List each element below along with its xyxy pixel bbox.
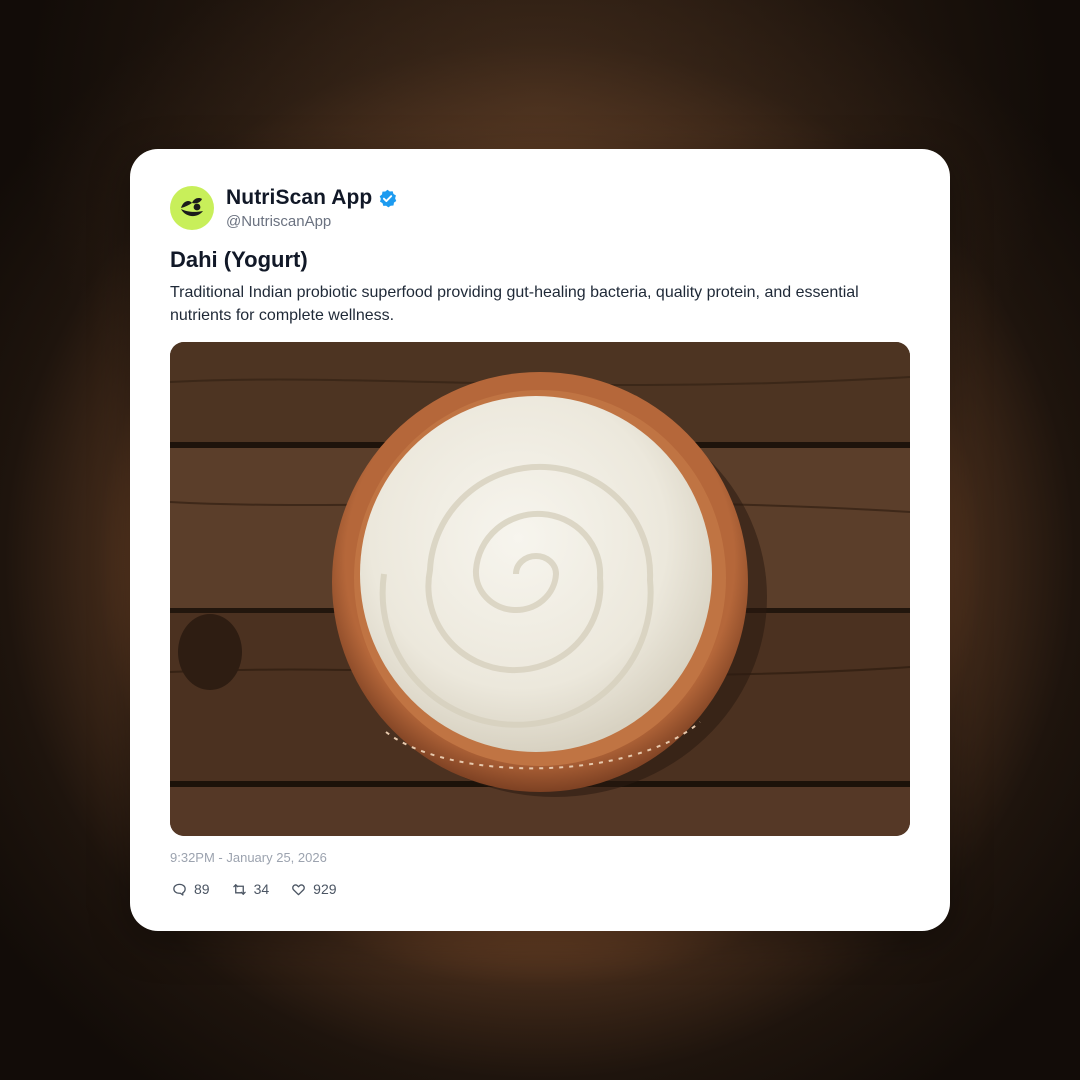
repost-icon — [232, 883, 246, 895]
avatar[interactable] — [170, 186, 214, 230]
reply-icon — [173, 883, 186, 896]
post-header: NutriScan App @NutriscanApp — [170, 185, 397, 231]
repost-button[interactable]: 34 — [232, 881, 270, 897]
reply-button[interactable]: 89 — [172, 881, 210, 897]
heart-icon — [292, 883, 306, 895]
post-title: Dahi (Yogurt) — [170, 247, 308, 272]
yogurt-photo-illustration — [170, 342, 910, 836]
post-timestamp: 9:32PM - January 25, 2026 — [170, 850, 327, 865]
engagement-bar: 89 34 929 — [172, 881, 359, 897]
like-count: 929 — [313, 881, 337, 897]
reply-count: 89 — [194, 881, 210, 897]
post-description: Traditional Indian probiotic superfood p… — [170, 284, 859, 324]
account-handle[interactable]: @NutriscanApp — [226, 213, 397, 230]
account-name[interactable]: NutriScan App — [226, 186, 372, 210]
yogurt-bowl-image[interactable] — [170, 342, 910, 836]
post-card: NutriScan App @NutriscanApp Dahi (Yogurt… — [130, 149, 950, 931]
like-button[interactable]: 929 — [291, 881, 337, 897]
repost-count: 34 — [253, 881, 270, 897]
verified-badge-icon — [380, 189, 397, 207]
leaf-logo-icon — [181, 198, 203, 217]
